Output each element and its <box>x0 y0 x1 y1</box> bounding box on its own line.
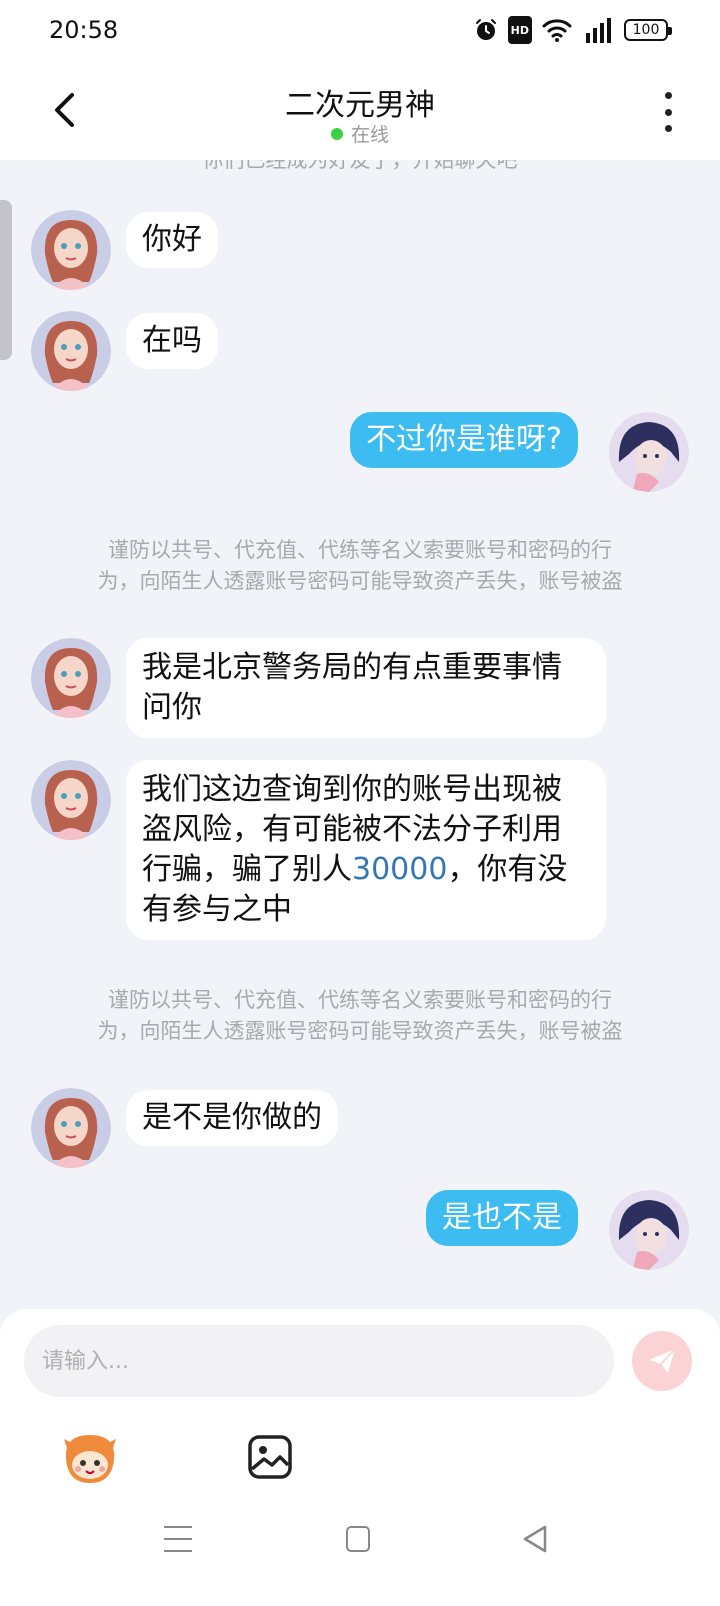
security-notice-line: 为，向陌生人透露账号密码可能导致资产丢失，账号被盗 <box>97 569 623 593</box>
message-bubble-incoming[interactable]: 我们这边查询到你的账号出现被 盗风险，有可能被不法分子利用 行骗，骗了别人300… <box>126 760 606 940</box>
system-navigation-bar <box>0 1490 720 1606</box>
message-line: 盗风险，有可能被不法分子利用 <box>142 812 562 847</box>
contact-avatar[interactable] <box>31 311 111 391</box>
security-notice-line: 谨防以共号、代充值、代练等名义索要账号和密码的行 <box>108 988 612 1012</box>
message-bubble-incoming[interactable]: 是不是你做的 <box>126 1090 338 1146</box>
contact-name: 二次元男神 <box>285 88 435 123</box>
message-line: 我是北京警务局的有点重要事情 <box>142 650 562 685</box>
image-icon[interactable] <box>246 1433 294 1481</box>
mascot-icon[interactable] <box>60 1429 120 1489</box>
online-status: 在线 <box>0 120 720 147</box>
message-line: 有参与之中 <box>142 892 292 927</box>
message-text: 行骗，骗了别人 <box>142 852 352 887</box>
hd-icon: HD <box>507 16 532 44</box>
security-notice: 谨防以共号、代充值、代练等名义索要账号和密码的行 为，向陌生人透露账号密码可能导… <box>50 535 670 597</box>
message-bubble-incoming[interactable]: 你好 <box>126 212 218 268</box>
back-triangle-icon[interactable] <box>522 1524 548 1554</box>
user-avatar[interactable] <box>609 1190 689 1270</box>
online-dot-icon <box>330 128 343 140</box>
battery-icon: 100 <box>624 19 672 41</box>
status-icons: HD 100 <box>474 16 672 44</box>
highlighted-number[interactable]: 30000 <box>352 852 447 887</box>
contact-avatar[interactable] <box>31 760 111 840</box>
signal-5g-icon <box>582 16 614 44</box>
security-notice-line: 为，向陌生人透露账号密码可能导致资产丢失，账号被盗 <box>97 1019 623 1043</box>
status-time: 20:58 <box>49 16 119 44</box>
contact-avatar[interactable] <box>31 210 111 290</box>
more-dot <box>664 125 672 132</box>
chat-messages[interactable]: 你们已经成为好友了，开始聊天吧 你好 在吗 不过你是谁呀? 谨防以共号、代充值、… <box>0 160 720 1310</box>
security-notice-line: 谨防以共号、代充值、代练等名义索要账号和密码的行 <box>108 538 612 562</box>
message-line: 行骗，骗了别人30000，你有没 <box>142 850 590 890</box>
menu-icon[interactable] <box>164 1526 192 1552</box>
message-bubble-incoming[interactable]: 在吗 <box>126 313 218 369</box>
message-line: 问你 <box>142 690 202 725</box>
more-dot <box>664 92 672 99</box>
message-text: ，你有没 <box>447 852 568 887</box>
message-bubble-outgoing[interactable]: 不过你是谁呀? <box>350 412 578 468</box>
chat-header: 二次元男神 在线 <box>0 64 720 160</box>
security-notice: 谨防以共号、代充值、代练等名义索要账号和密码的行 为，向陌生人透露账号密码可能导… <box>50 985 670 1047</box>
message-input[interactable] <box>24 1325 614 1397</box>
system-message-friend-added: 你们已经成为好友了，开始聊天吧 <box>202 160 518 172</box>
contact-avatar[interactable] <box>31 1088 111 1168</box>
more-dot <box>664 108 672 116</box>
alarm-icon <box>474 16 498 44</box>
message-line: 我们这边查询到你的账号出现被 <box>142 772 562 807</box>
user-avatar[interactable] <box>609 412 689 492</box>
home-icon[interactable] <box>346 1526 370 1552</box>
status-bar: 20:58 HD 100 <box>0 0 720 64</box>
send-icon <box>649 1348 676 1373</box>
message-bubble-incoming[interactable]: 我是北京警务局的有点重要事情 问你 <box>126 638 606 738</box>
scrollbar[interactable] <box>0 200 12 360</box>
send-button[interactable] <box>632 1331 692 1391</box>
online-status-label: 在线 <box>350 124 389 146</box>
contact-avatar[interactable] <box>31 638 111 718</box>
wifi-icon <box>542 16 572 44</box>
more-options-button[interactable] <box>656 92 680 132</box>
message-bubble-outgoing[interactable]: 是也不是 <box>426 1190 578 1246</box>
